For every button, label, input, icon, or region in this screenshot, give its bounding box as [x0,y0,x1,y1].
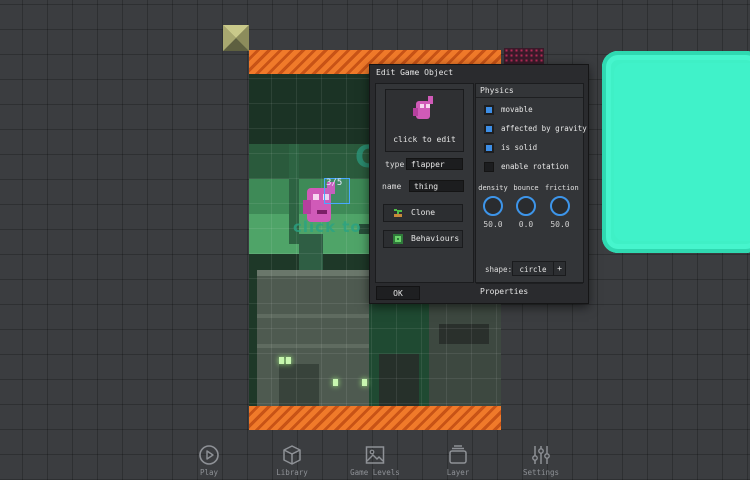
toolbar-library-label: Library [276,468,308,477]
toolbar-settings[interactable]: Settings [511,444,571,477]
toolbar-layer-label: Layer [446,468,470,477]
dialog-title: Edit Game Object [376,68,454,77]
behaviors-label: Behaviours [411,234,460,243]
density-value: 50.0 [483,220,503,229]
toolbar-library[interactable]: Library [262,444,322,477]
selection-label: 3/5 [326,178,343,188]
platform-fill [614,63,750,241]
toolbar-settings-label: Settings [522,468,560,477]
name-label: name [382,182,402,191]
divider [476,97,583,98]
shape-label: shape: [485,265,513,274]
solid-label: is solid [501,143,538,152]
play-icon [199,445,219,465]
type-field[interactable]: flapper [406,158,463,170]
density-knob[interactable] [483,196,503,216]
properties-title[interactable]: Properties [480,287,528,296]
rotation-checkbox[interactable] [484,162,494,172]
gravity-label: affected by gravity [501,124,587,133]
movable-checkbox[interactable] [484,105,494,115]
cube-icon [283,445,301,465]
toolbar-game-levels[interactable]: Game Levels [345,444,405,477]
clone-label: Clone [411,208,436,217]
bounce-label: bounce [513,184,539,192]
sprite-preview-image [413,96,433,119]
preview-label: click to edit [393,135,456,144]
edit-game-object-dialog: Edit Game Object click to edit type flap… [369,64,589,304]
ok-button[interactable]: OK [376,286,420,300]
gravity-checkbox[interactable] [484,124,494,134]
layers-icon [449,445,467,464]
friction-label: friction [545,184,579,192]
physics-title: Physics [480,86,514,95]
level-anchor-marker[interactable] [223,25,249,51]
friction-value: 50.0 [550,220,570,229]
pink-object-partial[interactable] [504,48,544,64]
shape-select[interactable]: circle [512,261,554,276]
sliders-icon [532,446,550,464]
chip-icon [393,234,403,244]
toolbar-play[interactable]: Play [179,444,239,477]
toolbar-layer[interactable]: Layer [428,444,488,477]
sprout-icon [394,209,402,217]
sprite-preview[interactable]: click to edit [385,89,464,152]
divider [476,283,583,284]
density-label: density [478,184,508,192]
bounce-value: 0.0 [518,220,534,229]
solid-checkbox[interactable] [484,143,494,153]
behaviors-button[interactable]: Behaviours [383,230,463,248]
physics-panel: Physics movable affected by gravity is s… [475,83,587,296]
bottom-hazard-stripe [249,406,501,430]
rotation-label: enable rotation [501,162,569,171]
friction-knob[interactable] [550,196,570,216]
movable-label: movable [501,105,533,114]
object-panel: click to edit type flapper name thing Cl… [375,83,474,283]
toolbar-game-levels-label: Game Levels [350,468,400,477]
name-field[interactable]: thing [409,180,464,192]
bounce-knob[interactable] [516,196,536,216]
toolbar-play-label: Play [199,468,219,477]
teal-platform[interactable] [602,51,750,253]
add-shape-button[interactable]: + [553,261,566,276]
clone-button[interactable]: Clone [383,204,463,222]
type-label: type [385,160,405,169]
image-icon [365,446,385,464]
